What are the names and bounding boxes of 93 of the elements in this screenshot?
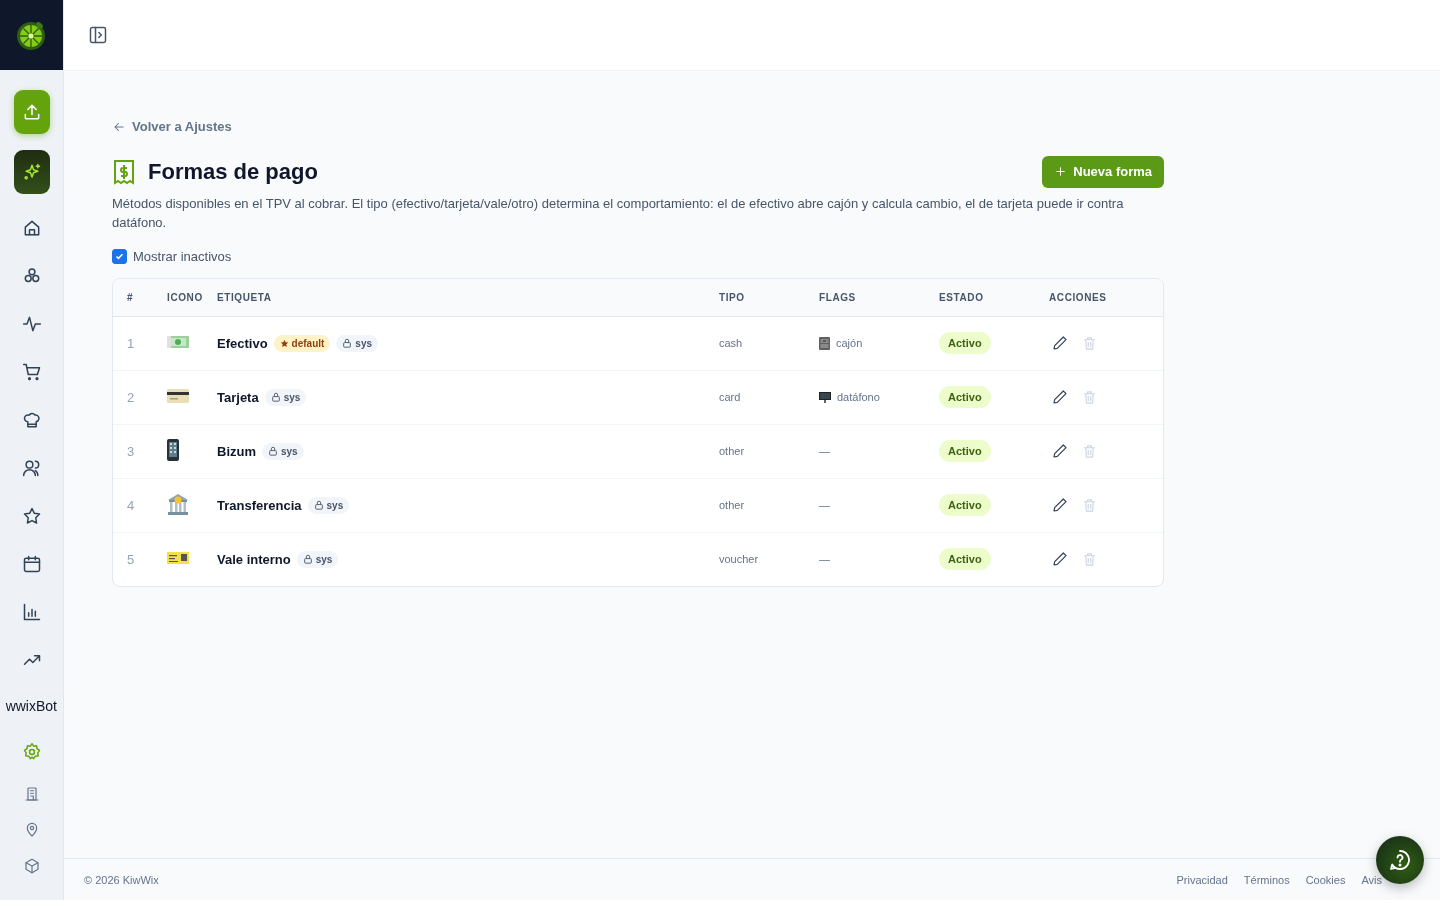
page-title: Formas de pago xyxy=(148,158,318,185)
star-icon xyxy=(279,338,289,348)
calendar-icon xyxy=(21,554,42,574)
plus-icon xyxy=(1054,165,1068,178)
pencil-icon xyxy=(1052,389,1068,405)
badge-text: sys xyxy=(283,391,301,403)
row-number: 1 xyxy=(127,335,135,351)
method-label: Bizum xyxy=(217,443,256,459)
trash-icon xyxy=(1082,551,1097,567)
column-header: ETIQUETA xyxy=(217,278,719,317)
ticket-icon xyxy=(167,551,189,564)
package-icon xyxy=(23,858,40,874)
status-badge: Activo xyxy=(939,332,991,354)
chef-hat-icon xyxy=(21,410,42,430)
pencil-icon xyxy=(1052,443,1068,459)
lock-icon xyxy=(302,554,313,564)
footer-link[interactable]: Términos xyxy=(1243,873,1290,886)
back-link[interactable]: Volver a Ajustes xyxy=(112,119,232,134)
credit-card-icon xyxy=(167,388,189,403)
footer-link[interactable]: Avis xyxy=(1361,873,1382,886)
column-header: ESTADO xyxy=(939,278,1049,317)
type-text: voucher xyxy=(719,553,759,565)
users-icon xyxy=(21,458,42,478)
checkbox-label: Mostrar inactivos xyxy=(133,248,232,264)
lock-icon xyxy=(342,338,353,348)
back-link-text: Volver a Ajustes xyxy=(132,119,232,134)
upload-button[interactable] xyxy=(13,90,50,134)
building-icon xyxy=(23,786,40,802)
type-text: other xyxy=(719,445,745,457)
method-label: Transferencia xyxy=(217,497,302,513)
lock-icon xyxy=(313,500,324,510)
cabinet-icon xyxy=(819,336,830,350)
pencil-icon xyxy=(1052,497,1068,513)
trash-icon xyxy=(1082,443,1097,459)
trash-icon xyxy=(1082,389,1097,405)
method-label: Vale interno xyxy=(217,551,291,567)
status-badge: Activo xyxy=(939,548,991,570)
sparkle-icon xyxy=(21,162,42,182)
row-number: 3 xyxy=(127,443,135,459)
type-text: other xyxy=(719,499,745,511)
column-header: ICONO xyxy=(167,278,217,317)
settings-icon xyxy=(21,742,42,762)
badge-text: sys xyxy=(355,337,373,349)
lock-icon xyxy=(270,392,281,402)
copyright-text: © 2026 KiwWix xyxy=(84,873,159,886)
badge-text: sys xyxy=(281,445,298,457)
check-icon xyxy=(115,251,124,261)
type-text: card xyxy=(719,391,741,403)
type-text: cash xyxy=(719,337,743,349)
badge-text: sys xyxy=(315,553,333,565)
pencil-icon xyxy=(1052,335,1068,351)
column-header: # xyxy=(113,278,167,317)
page-description: Métodos disponibles en el TPV al cobrar. El tipo (efectivo/tarjeta/vale/otro) determina el comportamiento: el de efectivo abre cajón y calcula cambio, el de tarjeta puede ir contra datáfono. xyxy=(112,194,1125,232)
new-method-button[interactable]: Nueva forma xyxy=(1042,155,1164,188)
pencil-icon xyxy=(1052,551,1068,567)
star-icon xyxy=(21,506,42,526)
badge-text: sys xyxy=(326,499,344,511)
monitor-icon xyxy=(819,391,831,403)
banknote-icon xyxy=(167,334,189,349)
cart-icon xyxy=(21,362,42,382)
status-badge: Activo xyxy=(939,386,991,408)
column-header: FLAGS xyxy=(819,278,939,317)
badge-text: default xyxy=(291,337,325,349)
bank-icon xyxy=(167,492,189,515)
status-badge: Activo xyxy=(939,440,991,462)
trash-icon xyxy=(1082,335,1097,351)
flag-text: datáfono xyxy=(837,391,880,403)
column-header: ACCIONES xyxy=(1049,278,1163,317)
flag-text: — xyxy=(819,499,830,511)
checkbox[interactable] xyxy=(112,248,127,264)
flag-text: — xyxy=(819,445,830,457)
column-header: TIPO xyxy=(719,278,819,317)
row-number: 4 xyxy=(127,497,135,513)
trash-icon xyxy=(1082,497,1097,513)
panel-icon xyxy=(88,25,108,45)
receipt-dollar-icon xyxy=(112,158,136,185)
assistant-button[interactable] xyxy=(13,150,50,194)
flag-text: cajón xyxy=(836,337,863,349)
method-label: Tarjeta xyxy=(217,389,259,405)
sidebar-label[interactable]: wwixBot xyxy=(5,698,57,714)
activity-icon xyxy=(21,314,42,334)
footer-link[interactable]: Cookies xyxy=(1305,873,1346,886)
help-chat-icon xyxy=(1388,848,1412,872)
lock-icon xyxy=(268,446,278,456)
footer-link[interactable]: Privacidad xyxy=(1176,873,1228,886)
sidebar-toggle-button[interactable] xyxy=(88,25,108,45)
flag-text: — xyxy=(819,553,830,565)
row-number: 5 xyxy=(127,551,135,567)
status-badge: Activo xyxy=(939,494,991,516)
method-label: Efectivo xyxy=(217,335,268,351)
row-number: 2 xyxy=(127,389,135,405)
bar-chart-icon xyxy=(21,602,42,622)
mobile-phone-icon xyxy=(167,438,179,461)
